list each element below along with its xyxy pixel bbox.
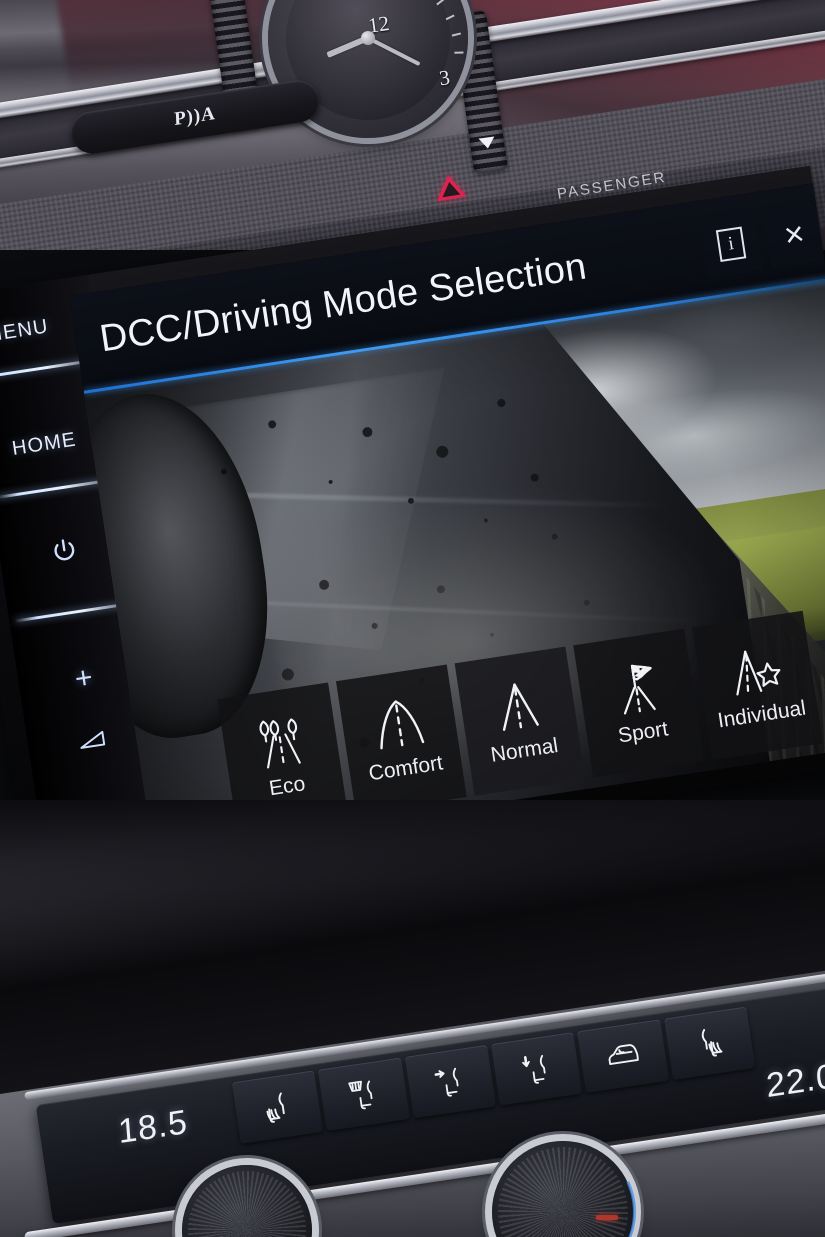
menu-button[interactable]: MENU: [0, 310, 83, 352]
seat-heating-left-button[interactable]: [231, 1070, 324, 1144]
comfort-road-icon: [380, 700, 425, 750]
mode-label: Sport: [616, 717, 670, 748]
seat-heating-icon: [266, 1092, 285, 1123]
infotainment-unit: MENU HOME + -: [0, 165, 825, 891]
mode-label: Individual: [716, 696, 808, 733]
footwell-airflow-seat-button[interactable]: [490, 1032, 583, 1106]
hazard-warning-button[interactable]: [426, 167, 475, 207]
lcd-display: DCC/Driving Mode Selection i × Eco Comfo…: [69, 182, 825, 855]
seat-heating-icon: [702, 1028, 723, 1057]
clock-minute-hand: [367, 36, 421, 67]
infotainment-screenshot: 12 3 P))A PASSENGER AIR BAG MENU: [0, 0, 825, 1237]
sport-flag-road-icon: [623, 664, 656, 715]
mode-button-normal[interactable]: Normal: [454, 646, 586, 796]
mode-button-comfort[interactable]: Comfort: [335, 664, 467, 814]
knob-red-indicator: [596, 1214, 618, 1220]
hazard-triangle-inner: [440, 180, 461, 198]
face-airflow-seat-button[interactable]: [404, 1044, 497, 1119]
car-defrost-button[interactable]: [577, 1019, 669, 1093]
windshield-defrost-seat-icon: [348, 1080, 373, 1110]
windshield-defrost-seat-button[interactable]: [318, 1057, 410, 1132]
info-button[interactable]: i: [698, 210, 764, 279]
clock-marker-3: 3: [437, 65, 452, 91]
eco-road-icon: [259, 718, 301, 769]
footwell-airflow-seat-icon: [521, 1055, 546, 1084]
normal-road-icon: [502, 683, 539, 731]
info-icon: i: [715, 226, 747, 263]
mode-label: Normal: [489, 733, 560, 767]
park-assist-label: P))A: [173, 102, 217, 131]
analog-clock: 12 3: [255, 0, 481, 151]
vent-arrow-icon: [478, 136, 496, 150]
mode-button-individual[interactable]: Individual: [691, 610, 823, 760]
individual-star-road-icon: [736, 650, 781, 696]
close-button[interactable]: ×: [762, 200, 825, 269]
mode-label: Eco: [267, 772, 307, 801]
seat-heating-right-button[interactable]: [663, 1006, 756, 1081]
knob-knurling: [188, 1171, 306, 1237]
close-icon: ×: [781, 214, 808, 255]
mode-button-sport[interactable]: Sport: [573, 628, 705, 778]
car-defrost-icon: [608, 1044, 639, 1065]
face-airflow-seat-icon: [434, 1067, 459, 1097]
mode-label: Comfort: [367, 751, 445, 786]
